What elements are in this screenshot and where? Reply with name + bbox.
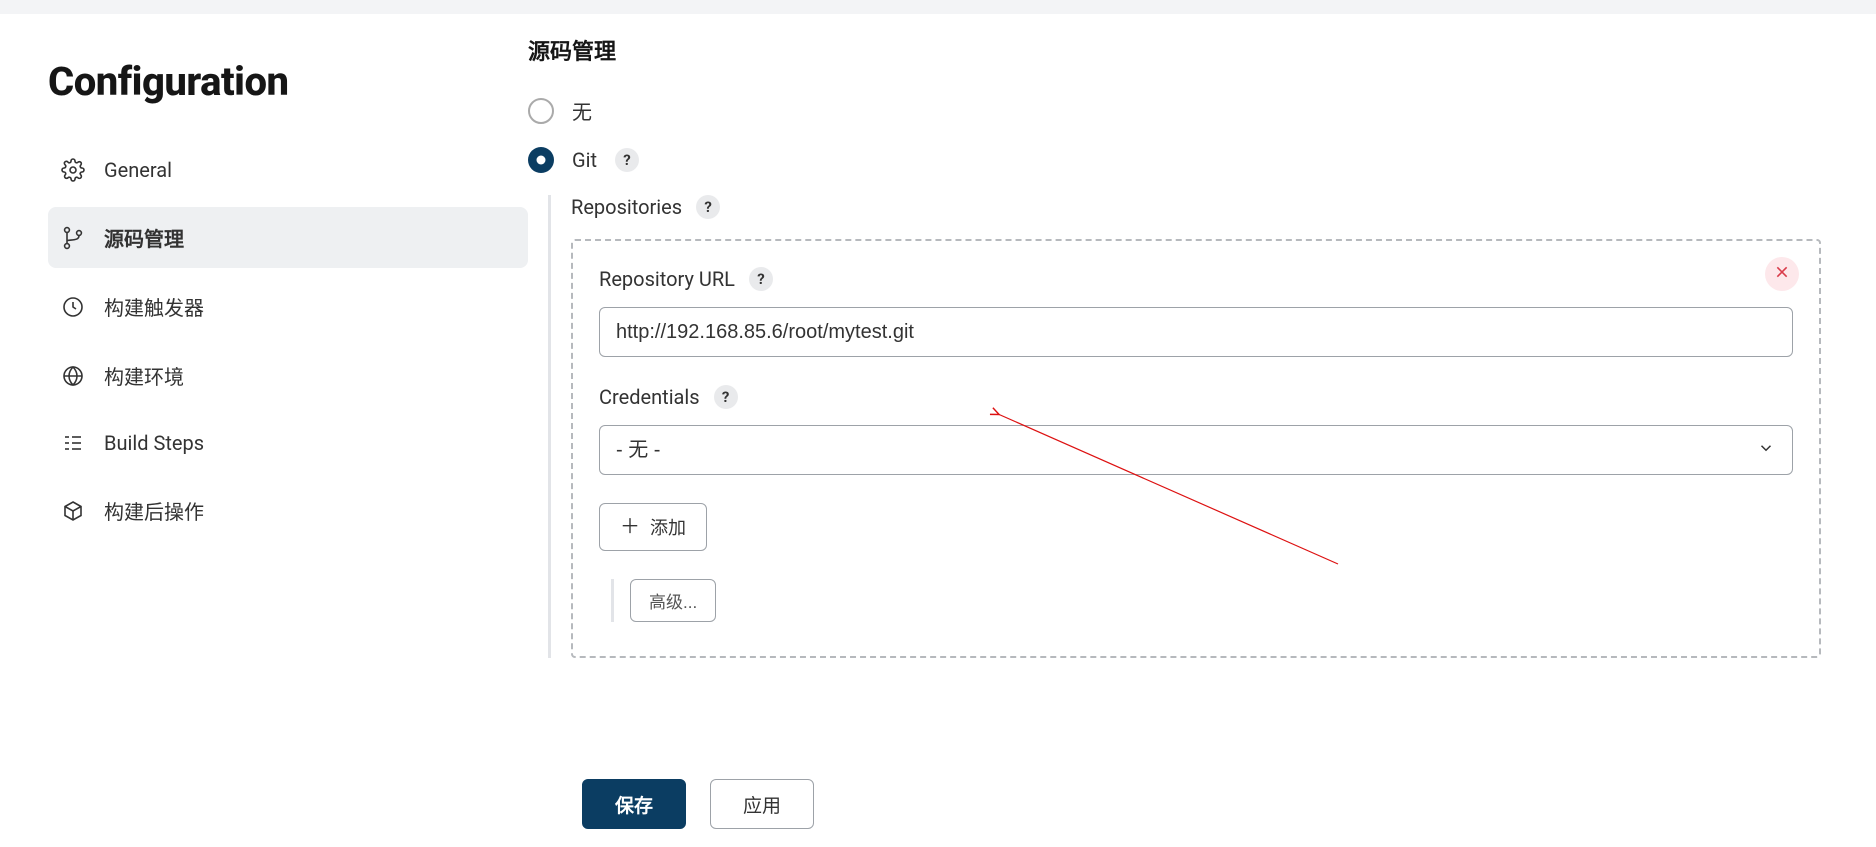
gear-icon <box>60 157 86 183</box>
config-sidebar: Configuration General 源码管理 构建触发器 构建环境 <box>0 34 528 549</box>
repository-url-label-row: Repository URL ? <box>599 267 1793 291</box>
sidebar-item-build-steps[interactable]: Build Steps <box>48 414 528 472</box>
repository-url-label: Repository URL <box>599 267 735 291</box>
package-icon <box>60 498 86 524</box>
help-icon[interactable]: ? <box>696 195 720 219</box>
config-main-panel: 源码管理 无 Git ? Repositories ? <box>528 34 1876 778</box>
radio-label: 无 <box>572 96 592 125</box>
add-button-label: 添加 <box>650 514 686 540</box>
help-icon[interactable]: ? <box>749 267 773 291</box>
advanced-button[interactable]: 高级... <box>630 579 716 622</box>
sidebar-item-label: 源码管理 <box>104 223 184 252</box>
repositories-header: Repositories ? <box>571 195 1821 219</box>
sidebar-item-post-build[interactable]: 构建后操作 <box>48 480 528 541</box>
save-button[interactable]: 保存 <box>582 779 686 829</box>
sidebar-item-general[interactable]: General <box>48 141 528 199</box>
sidebar-item-label: General <box>104 158 172 182</box>
section-title-scm: 源码管理 <box>528 34 1821 66</box>
git-config-body: Repositories ? Repository URL ? <box>548 195 1821 658</box>
footer-action-bar: 保存 应用 <box>582 779 814 829</box>
page-title: Configuration <box>48 58 528 105</box>
sidebar-item-triggers[interactable]: 构建触发器 <box>48 276 528 337</box>
repository-card: Repository URL ? Credentials ? - 无 - <box>571 239 1821 658</box>
radio-icon <box>528 98 554 124</box>
save-button-label: 保存 <box>615 791 653 818</box>
radio-label: Git <box>572 148 597 172</box>
add-credentials-button[interactable]: ＋ 添加 <box>599 503 707 551</box>
repository-url-input[interactable] <box>599 307 1793 357</box>
sidebar-item-label: Build Steps <box>104 431 204 455</box>
globe-icon <box>60 363 86 389</box>
repositories-label: Repositories <box>571 195 682 219</box>
delete-repo-button[interactable] <box>1765 257 1799 291</box>
credentials-select-wrap: - 无 - <box>599 425 1793 475</box>
sidebar-item-label: 构建后操作 <box>104 496 204 525</box>
credentials-select[interactable]: - 无 - <box>599 425 1793 475</box>
close-icon <box>1774 264 1790 284</box>
advanced-wrap: 高级... <box>611 579 1793 622</box>
radio-selected-icon <box>528 147 554 173</box>
help-icon[interactable]: ? <box>615 148 639 172</box>
plus-icon: ＋ <box>620 517 640 537</box>
help-icon[interactable]: ? <box>714 385 738 409</box>
sidebar-item-scm[interactable]: 源码管理 <box>48 207 528 268</box>
sidebar-item-label: 构建触发器 <box>104 292 204 321</box>
git-branch-icon <box>60 225 86 251</box>
credentials-label: Credentials <box>599 385 700 409</box>
advanced-button-label: 高级... <box>649 588 697 613</box>
top-header-band <box>0 0 1876 14</box>
apply-button[interactable]: 应用 <box>710 779 814 829</box>
apply-button-label: 应用 <box>743 791 781 818</box>
list-steps-icon <box>60 430 86 456</box>
sidebar-item-label: 构建环境 <box>104 361 184 390</box>
scm-option-git[interactable]: Git ? <box>528 147 1821 173</box>
sidebar-item-env[interactable]: 构建环境 <box>48 345 528 406</box>
credentials-label-row: Credentials ? <box>599 385 1793 409</box>
clock-icon <box>60 294 86 320</box>
scm-option-none[interactable]: 无 <box>528 96 1821 125</box>
